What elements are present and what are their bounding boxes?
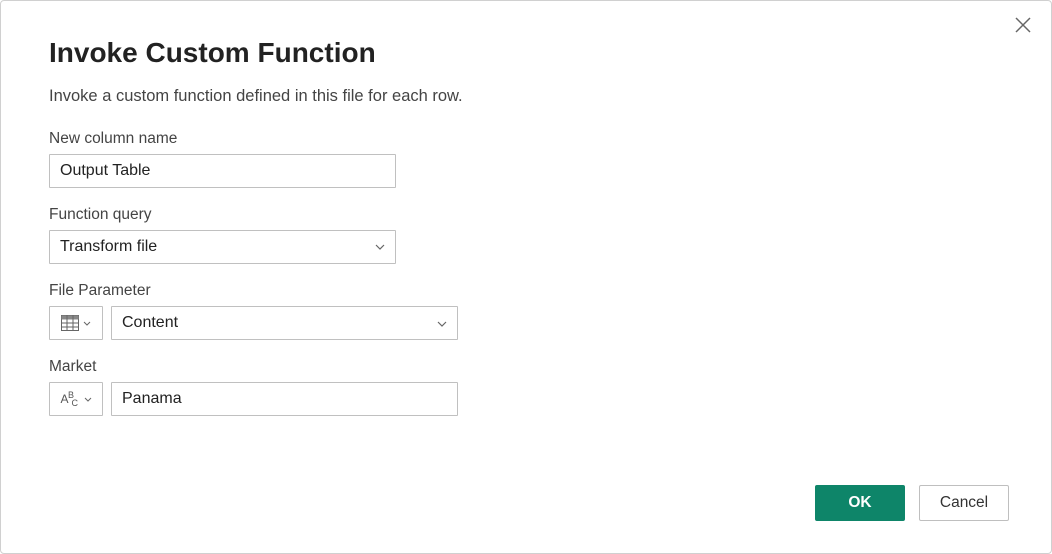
chevron-down-icon [84,397,92,402]
dialog-title: Invoke Custom Function [49,37,1003,69]
chevron-down-icon [83,321,91,326]
abc-icon: ABC [60,392,79,406]
new-column-name-input[interactable] [49,154,396,188]
close-icon [1015,17,1031,38]
dialog-subtitle: Invoke a custom function defined in this… [49,87,1003,106]
close-button[interactable] [1013,17,1033,37]
file-parameter-value: Content [122,314,437,332]
chevron-down-icon [375,244,385,250]
new-column-label: New column name [49,130,1003,148]
function-query-label: Function query [49,206,1003,224]
chevron-down-icon [437,314,447,332]
file-parameter-label: File Parameter [49,282,1003,300]
function-query-value: Transform file [60,238,375,256]
file-parameter-select[interactable]: Content [111,306,458,340]
market-input[interactable] [111,382,458,416]
cancel-button[interactable]: Cancel [919,485,1009,521]
ok-button[interactable]: OK [815,485,905,521]
table-icon [61,315,79,331]
invoke-custom-function-dialog: Invoke Custom Function Invoke a custom f… [0,0,1052,554]
market-label: Market [49,358,1003,376]
market-type-select[interactable]: ABC [49,382,103,416]
file-parameter-type-select[interactable] [49,306,103,340]
function-query-select[interactable]: Transform file [49,230,396,264]
